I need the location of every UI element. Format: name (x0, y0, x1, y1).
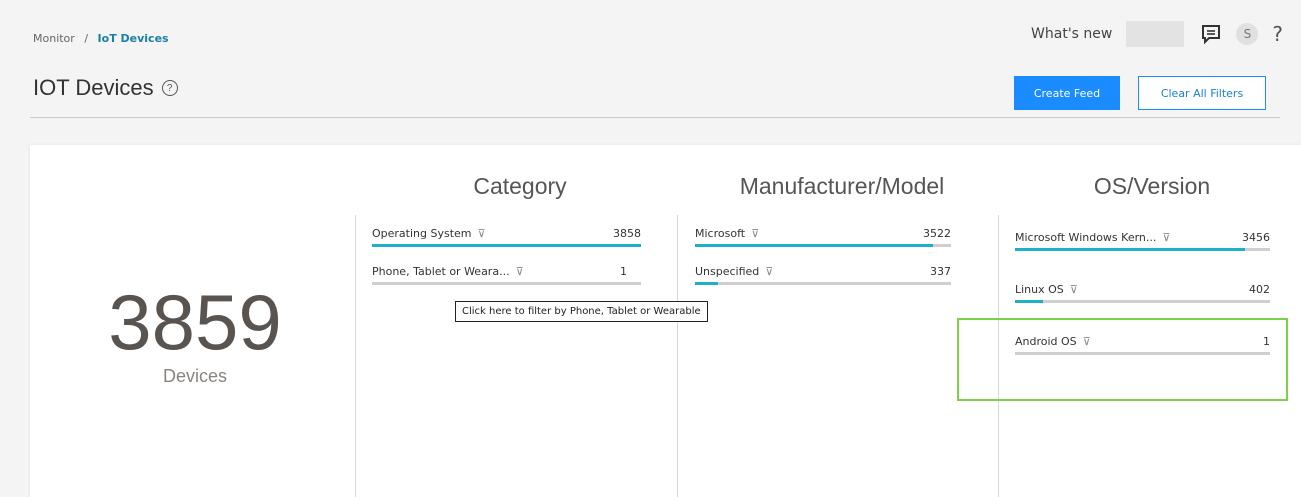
manufacturer-item-count: 3522 (923, 227, 951, 240)
filter-icon[interactable]: ⊽ (751, 227, 759, 240)
create-feed-button[interactable]: Create Feed (1014, 76, 1120, 110)
column-divider (355, 215, 356, 497)
chat-icon[interactable] (1200, 23, 1222, 45)
filter-icon[interactable]: ⊽ (765, 265, 773, 278)
manufacturer-item-count: 337 (930, 265, 951, 278)
help-icon[interactable]: ? (1272, 22, 1283, 46)
bar-fill (372, 244, 641, 247)
bar-fill (1015, 300, 1044, 303)
summary-card: 3859 Devices Category Manufacturer/Model… (30, 145, 1301, 497)
os-item-label: Microsoft Windows Kern... (1015, 231, 1157, 244)
filter-icon[interactable]: ⊽ (516, 265, 524, 278)
category-item-bar (372, 244, 641, 247)
os-heading: OS/Version (1093, 173, 1211, 199)
highlight-box (957, 318, 1288, 401)
filter-icon[interactable]: ⊽ (1162, 231, 1170, 244)
os-item-linux[interactable]: Linux OS ⊽ 402 (1015, 283, 1270, 311)
manufacturer-item-microsoft[interactable]: Microsoft ⊽ 3522 (695, 227, 951, 255)
os-item-count: 3456 (1242, 231, 1270, 244)
filter-icon[interactable]: ⊽ (478, 227, 486, 240)
category-item-label: Phone, Tablet or Weara... (372, 265, 510, 278)
filter-tooltip: Click here to filter by Phone, Tablet or… (455, 301, 708, 322)
category-heading: Category (473, 173, 567, 199)
page-title: IOT Devices ? (33, 75, 178, 101)
bar-fill (1015, 248, 1245, 251)
device-count-label: Devices (162, 366, 228, 386)
category-item-bar (372, 282, 641, 285)
manufacturer-item-label: Unspecified (695, 265, 760, 278)
avatar[interactable]: S (1236, 23, 1259, 45)
category-item-operating-system[interactable]: Operating System ⊽ 3858 (372, 227, 641, 255)
manufacturer-heading: Manufacturer/Model (739, 173, 945, 199)
breadcrumb-current[interactable]: IoT Devices (98, 32, 169, 45)
filter-icon[interactable]: ⊽ (1070, 283, 1078, 296)
whats-new-link[interactable]: What's new (1031, 26, 1112, 42)
manufacturer-item-bar (695, 282, 951, 285)
breadcrumb-separator: / (84, 32, 89, 45)
os-item-bar (1015, 300, 1270, 303)
os-item-count: 402 (1249, 283, 1270, 296)
os-item-microsoft-windows[interactable]: Microsoft Windows Kern... ⊽ 3456 (1015, 231, 1270, 259)
device-count: 3859 (108, 278, 282, 366)
bar-fill (695, 282, 719, 285)
top-toolbar: What's new S ? (1031, 21, 1283, 47)
category-item-label: Operating System (372, 227, 472, 240)
manufacturer-item-bar (695, 244, 951, 247)
clear-all-filters-button[interactable]: Clear All Filters (1138, 76, 1266, 110)
manufacturer-item-label: Microsoft (695, 227, 746, 240)
os-item-bar (1015, 248, 1270, 251)
category-item-count: 3858 (613, 227, 641, 240)
blurred-region (1126, 21, 1185, 47)
category-item-count: 1 (620, 265, 627, 278)
category-item-phone-tablet-wearable[interactable]: Phone, Tablet or Weara... ⊽ 1 (372, 265, 641, 293)
header-divider (30, 117, 1280, 118)
os-item-label: Linux OS (1015, 283, 1064, 296)
breadcrumb: Monitor / IoT Devices (33, 32, 169, 45)
breadcrumb-root[interactable]: Monitor (33, 32, 75, 45)
help-circle-icon[interactable]: ? (161, 80, 178, 96)
column-divider (677, 215, 678, 497)
page-title-text: IOT Devices (33, 75, 154, 100)
bar-fill (695, 244, 934, 247)
manufacturer-item-unspecified[interactable]: Unspecified ⊽ 337 (695, 265, 951, 293)
